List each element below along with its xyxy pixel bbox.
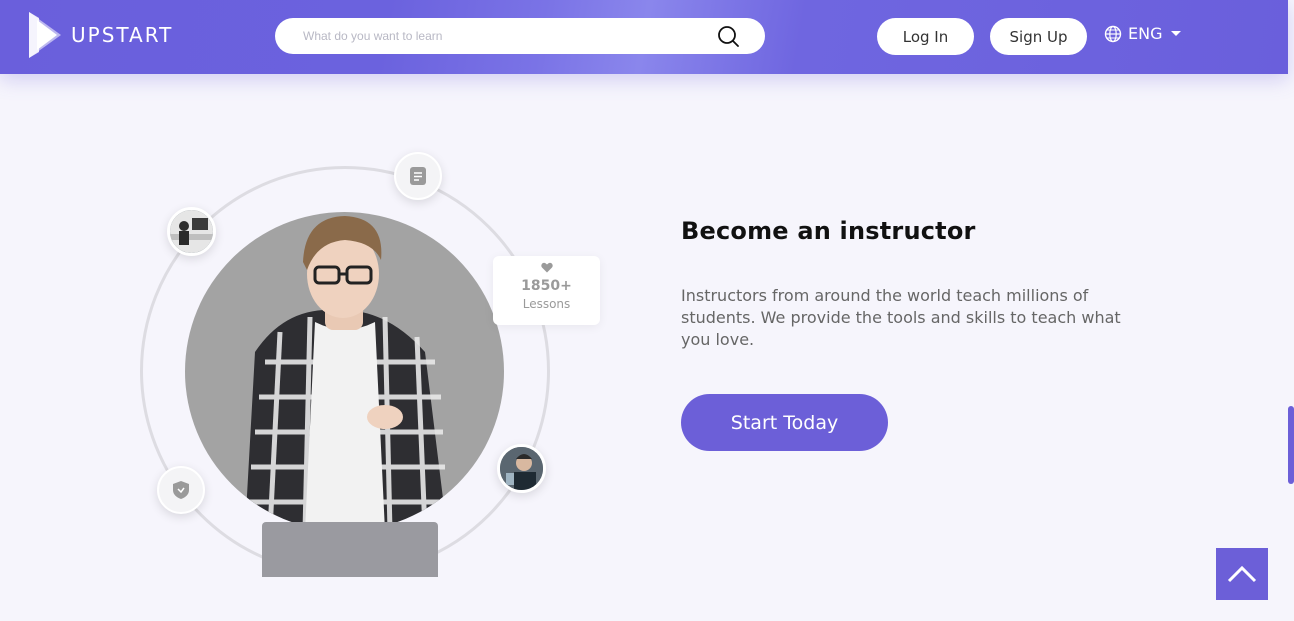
brand-logo[interactable]: UPSTART: [29, 12, 173, 58]
heart-icon: [540, 262, 553, 273]
section-title: Become an instructor: [681, 217, 976, 245]
study-photo-thumbnail: [500, 447, 543, 490]
play-logo-icon: [29, 12, 61, 58]
start-today-button[interactable]: Start Today: [681, 394, 888, 451]
scrollbar-thumb[interactable]: [1288, 406, 1294, 484]
search-input[interactable]: [303, 29, 703, 43]
search-bar: [275, 18, 765, 54]
desk-photo-thumbnail: [170, 210, 213, 253]
language-label: ENG: [1128, 24, 1163, 43]
shield-node: [157, 466, 205, 514]
search-icon[interactable]: [717, 25, 739, 47]
lessons-label: Lessons: [522, 297, 571, 311]
globe-icon: [1104, 25, 1122, 42]
language-selector[interactable]: ENG: [1104, 24, 1182, 43]
laptop-overlap-mask: [140, 577, 560, 621]
section-description: Instructors from around the world teach …: [681, 286, 1121, 349]
document-icon: [410, 167, 426, 185]
shield-icon: [173, 481, 189, 499]
student-avatar-1: [167, 207, 216, 256]
caret-down-icon: [1171, 31, 1182, 36]
lessons-badge: 1850+ Lessons: [493, 256, 600, 325]
lessons-count: 1850+: [521, 278, 572, 294]
instructor-illustration: [245, 216, 447, 531]
brand-name: UPSTART: [71, 23, 174, 47]
scroll-to-top-button[interactable]: [1216, 548, 1268, 600]
instructor-photo: [185, 212, 504, 531]
signup-button[interactable]: Sign Up: [990, 18, 1087, 55]
login-button[interactable]: Log In: [877, 18, 974, 55]
chevron-up-icon: [1227, 565, 1257, 583]
student-avatar-2: [497, 444, 546, 493]
top-navbar: UPSTART Log In Sign Up ENG: [0, 0, 1288, 74]
document-node: [394, 152, 442, 200]
laptop: [262, 522, 438, 582]
